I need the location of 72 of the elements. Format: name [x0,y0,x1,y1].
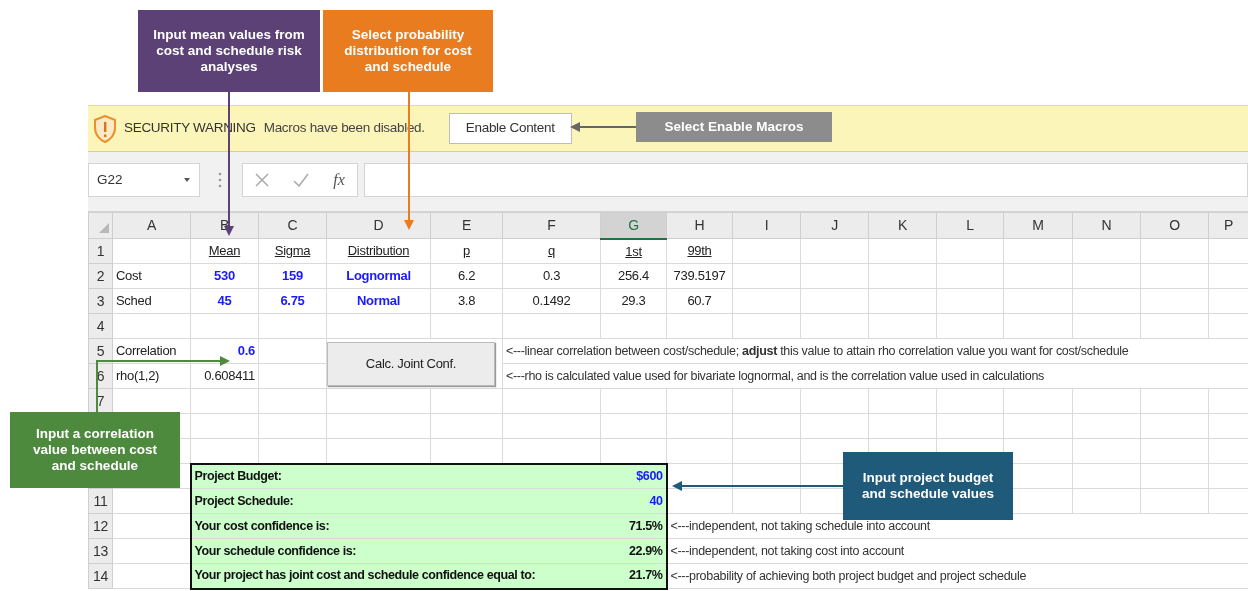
result-label: Your project has joint cost and schedule confidence equal to: [190,563,601,589]
row-header[interactable]: 1 [88,238,113,264]
column-header[interactable]: M [1003,212,1073,239]
table-cell: 29.3 [600,288,667,314]
column-header[interactable]: D [326,212,431,239]
column-header[interactable]: P [1208,212,1248,239]
name-box[interactable]: G22 [88,163,200,197]
column-header[interactable]: F [502,212,601,239]
column-heading: p [430,238,503,264]
table-cell: 159 [258,263,327,289]
column-heading: q [502,238,601,264]
column-header[interactable]: C [258,212,327,239]
arrow [570,122,637,132]
column-header[interactable]: K [868,212,937,239]
table-cell: Normal [326,288,431,314]
table-cell: 3.8 [430,288,503,314]
column-header[interactable]: I [732,212,801,239]
table-cell: 0.3 [502,263,601,289]
table-cell: 6.75 [258,288,327,314]
callout: Select probability distribution for cost and schedule [323,10,493,92]
column-heading: Sigma [258,238,327,264]
row-header[interactable]: 2 [88,263,113,289]
callout: Input a correlation value between cost and schedule [10,412,180,488]
result-label: Your schedule confidence is: [190,538,601,564]
callout: Input project budget and schedule values [843,452,1013,520]
table-cell: 60.7 [666,288,733,314]
column-header[interactable]: J [800,212,869,239]
table-cell: 256.4 [600,263,667,289]
column-header[interactable]: H [666,212,733,239]
column-header[interactable]: E [430,212,503,239]
table-cell: Correlation [112,338,191,364]
column-heading: 1st [600,238,667,264]
result-label: Project Budget: [190,463,601,489]
table-cell: Cost [112,263,191,289]
table-cell: 0.1492 [502,288,601,314]
calc-joint-conf-button[interactable]: Calc. Joint Conf. [327,341,495,386]
table-cell: rho(1,2) [112,363,191,389]
table-cell: 45 [190,288,259,314]
callout: Select Enable Macros [636,112,832,142]
table-cell: 739.5197 [666,263,733,289]
column-header[interactable]: L [936,212,1004,239]
warning-shield-icon [94,114,116,143]
column-heading: Distribution [326,238,431,264]
row-header[interactable]: 12 [88,513,113,539]
result-value: $600 [600,463,667,489]
row-header[interactable]: 4 [88,313,113,339]
column-header[interactable]: N [1072,212,1141,239]
column-header[interactable]: G [600,212,667,239]
column-heading: 99th [666,238,733,264]
callout: Input mean values from cost and schedule risk analyses [138,10,320,92]
check-icon[interactable] [293,173,310,187]
row-header[interactable]: 3 [88,288,113,314]
insert-function-button[interactable]: fx [333,168,345,192]
row-header[interactable]: 13 [88,538,113,564]
enable-content-button[interactable]: Enable Content [448,113,572,144]
row-header[interactable]: 14 [88,563,113,589]
formula-input[interactable] [364,163,1248,197]
column-heading: Mean [190,238,259,264]
cell-reference: G22 [97,170,123,189]
column-header[interactable]: O [1140,212,1209,239]
table-cell: Lognormal [326,263,431,289]
dots-icon [218,172,222,188]
caret-icon[interactable] [183,177,191,183]
table-cell: Sched [112,288,191,314]
result-label: Your cost confidence is: [190,513,601,539]
column-header[interactable]: A [112,212,191,239]
table-cell: 530 [190,263,259,289]
result-label: Project Schedule: [190,488,601,514]
row-header[interactable]: 11 [88,488,113,514]
cancel-icon[interactable] [255,173,270,187]
table-cell: 6.2 [430,263,503,289]
select-all-icon[interactable] [99,223,109,234]
